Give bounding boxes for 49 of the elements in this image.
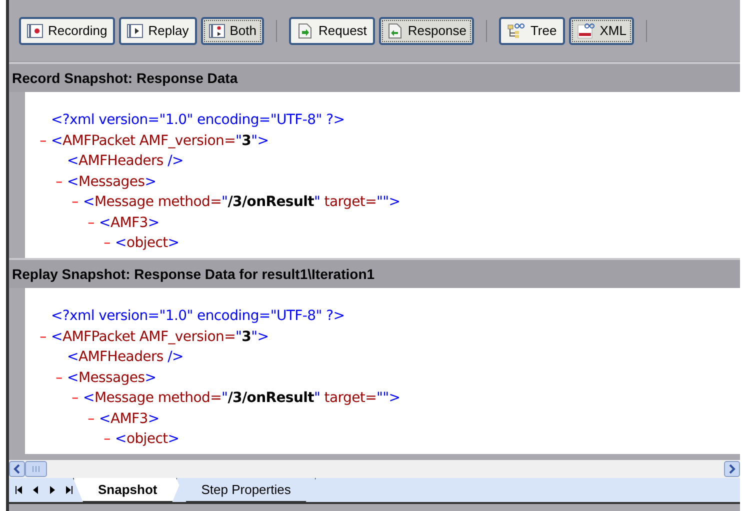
pane-header: Record Snapshot: Response Data	[9, 62, 740, 92]
toolbar-button[interactable]: Both	[200, 16, 264, 44]
xml-line: <AMFPacket AMF_version="3">	[51, 132, 269, 150]
xml-line: <object>	[115, 234, 180, 253]
horizontal-scrollbar[interactable]	[9, 460, 740, 478]
xml-line: <Messages>	[67, 172, 156, 192]
xml-line: <Message method="/3/onResult" target="">	[83, 389, 400, 408]
scroll-thumb[interactable]	[25, 461, 47, 477]
scroll-right-icon[interactable]	[724, 461, 740, 477]
collapse-toggle[interactable]: –	[88, 214, 94, 230]
xml-line: <?xml version="1.0" encoding="UTF-8" ?>	[51, 307, 345, 326]
record-icon	[27, 24, 43, 38]
xml-line: <Message method="/3/onResult" target="">	[83, 193, 400, 212]
xml-line: <AMFPacket AMF_version="3">	[51, 328, 269, 346]
next-icon[interactable]	[49, 486, 55, 494]
collapse-toggle[interactable]: –	[72, 390, 78, 406]
xml-line: <AMFHeaders />	[67, 348, 184, 367]
last-page-icon[interactable]	[65, 486, 73, 494]
collapse-toggle[interactable]: –	[40, 328, 46, 344]
collapse-toggle[interactable]: –	[88, 410, 94, 426]
xml-line: <AMFHeaders />	[67, 152, 184, 171]
play-icon	[127, 24, 144, 38]
first-page-icon[interactable]	[15, 486, 23, 494]
scroll-left-icon[interactable]	[9, 461, 25, 477]
previous-icon[interactable]	[33, 486, 39, 494]
xml-line: <object>	[115, 430, 180, 449]
toolbar-button[interactable]: XML	[568, 16, 634, 44]
xml-line: <AMF3>	[99, 214, 160, 232]
collapse-toggle[interactable]: –	[40, 132, 46, 148]
document-arrow-icon	[297, 22, 314, 38]
collapse-toggle[interactable]: –	[104, 235, 110, 251]
record-play-icon	[208, 24, 225, 38]
toolbar-button[interactable]: Tree	[499, 16, 565, 44]
collapse-toggle[interactable]: –	[104, 431, 110, 447]
collapse-toggle[interactable]: –	[56, 370, 62, 386]
toolbar-button[interactable]: Response	[378, 16, 474, 44]
toolbar-button[interactable]: Request	[289, 16, 375, 44]
toolbar-button[interactable]: Replay	[119, 16, 197, 44]
toolbar-button[interactable]: Recording	[19, 16, 116, 44]
xml-line: <Messages>	[67, 368, 156, 388]
document-arrow-icon	[386, 22, 403, 38]
collapse-toggle[interactable]: –	[56, 174, 62, 190]
collapse-toggle[interactable]: –	[72, 194, 78, 210]
xml-line: <AMF3>	[99, 410, 160, 428]
tree-icon	[507, 22, 526, 38]
pane-header: Replay Snapshot: Response Data for result1\Iteration1	[9, 258, 740, 288]
xml-file-icon	[576, 22, 595, 38]
xml-line: <?xml version="1.0" encoding="UTF-8" ?>	[51, 111, 345, 130]
sheet-tab[interactable]: Step Properties	[176, 478, 316, 502]
